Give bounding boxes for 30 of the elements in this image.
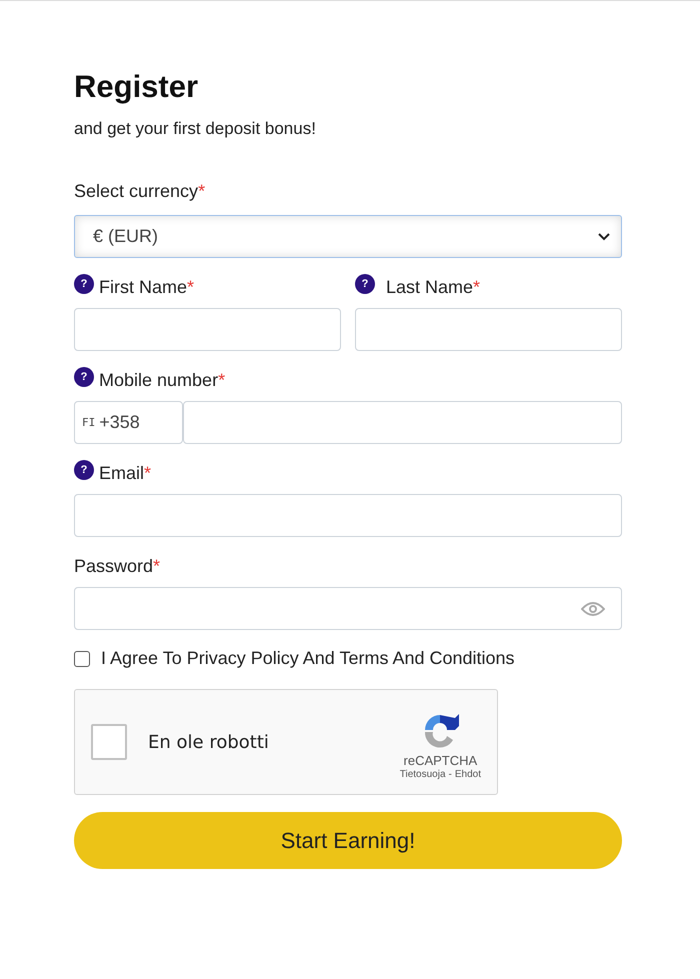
help-icon[interactable]: ? bbox=[355, 274, 375, 294]
page-title: Register bbox=[74, 68, 200, 106]
agree-label: I Agree To Privacy Policy And Terms And Conditions bbox=[101, 648, 515, 669]
input-field[interactable] bbox=[355, 308, 622, 351]
submit-button[interactable]: Start Earning! bbox=[74, 812, 622, 869]
captcha-checkbox[interactable] bbox=[91, 724, 127, 760]
field-label: Password* bbox=[74, 556, 160, 576]
email-input[interactable] bbox=[74, 494, 622, 537]
field-label: Last Name* bbox=[386, 276, 480, 298]
field-label: Select currency* bbox=[74, 180, 206, 202]
captcha-label: En ole robotti bbox=[148, 732, 269, 752]
terms-link[interactable]: Ehdot bbox=[454, 769, 481, 780]
eye-icon[interactable] bbox=[581, 600, 605, 616]
password-input[interactable] bbox=[74, 587, 622, 630]
field-label: Mobile number* bbox=[99, 370, 226, 390]
field-label: Email* bbox=[99, 462, 152, 484]
input-field[interactable] bbox=[74, 308, 341, 351]
recaptcha-label: reCAPTCHA bbox=[404, 753, 478, 768]
privacy-link[interactable]: Tietosuoja bbox=[400, 769, 446, 780]
checkbox[interactable] bbox=[74, 650, 90, 666]
field-label: First Name* bbox=[99, 276, 194, 298]
help-icon[interactable]: ? bbox=[74, 367, 94, 387]
country-code-select[interactable]: FI +358 bbox=[74, 401, 183, 444]
subtitle: and get your first deposit bonus! bbox=[74, 118, 317, 140]
separator: - bbox=[448, 769, 452, 780]
currency-select[interactable]: € (EUR) bbox=[74, 215, 622, 258]
phone-input[interactable] bbox=[183, 401, 622, 444]
help-icon[interactable]: ? bbox=[74, 274, 94, 294]
help-icon[interactable]: ? bbox=[74, 460, 94, 480]
chevron-down-icon bbox=[597, 232, 611, 242]
